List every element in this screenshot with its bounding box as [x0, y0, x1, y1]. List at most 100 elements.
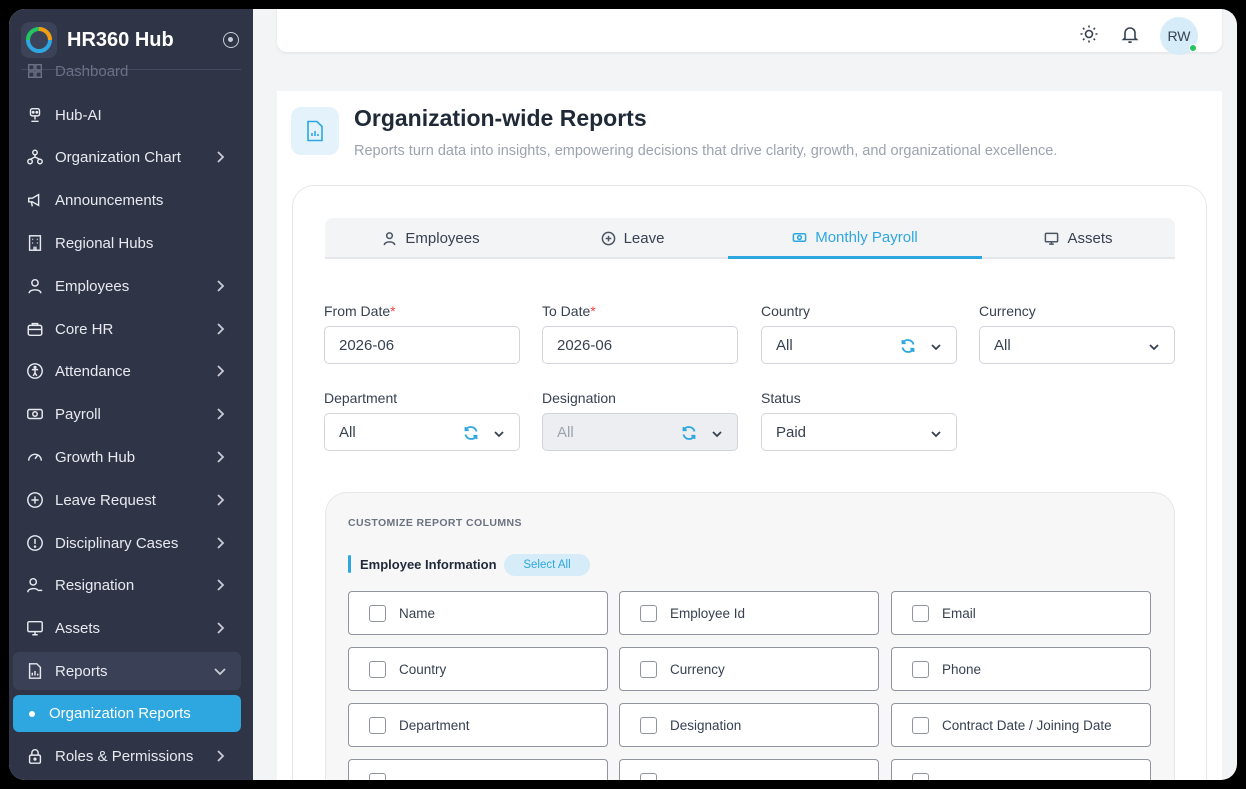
checkbox[interactable] [640, 604, 657, 622]
column-checkbox-currency[interactable]: Currency [619, 647, 879, 691]
refresh-icon[interactable] [463, 425, 479, 441]
sidebar-item-announcements[interactable]: Announcements [13, 181, 241, 219]
column-checkbox-country[interactable]: Country [348, 647, 608, 691]
column-checkbox-designation[interactable]: Designation [619, 703, 879, 747]
currency-label: Currency [979, 303, 1036, 319]
refresh-icon[interactable] [900, 338, 916, 354]
sidebar-item-label: Assets [55, 619, 101, 637]
user-minus-icon [25, 575, 45, 595]
column-checkbox-employee-id[interactable]: Employee Id [619, 591, 879, 635]
page-subtitle: Reports turn data into insights, empower… [354, 143, 1058, 159]
select-all-button[interactable]: Select All [504, 554, 590, 576]
chevron-right-icon [213, 322, 227, 336]
sidebar-item-label: Organization Chart [55, 148, 181, 166]
from-date-field[interactable]: 2026-06 [324, 326, 520, 364]
active-dot [29, 710, 35, 717]
column-checkbox-partial[interactable] [891, 759, 1151, 780]
status-select[interactable]: Paid [761, 413, 957, 451]
sidebar-item-label: Growth Hub [55, 448, 136, 466]
tab-label: Monthly Payroll [815, 228, 918, 246]
sidebar-item-label: Reports [55, 662, 108, 680]
chevron-right-icon [213, 150, 227, 164]
report-tabs: Employees Leave Monthly Payroll Assets [325, 218, 1175, 259]
department-value: All [339, 423, 356, 441]
checkbox[interactable] [640, 660, 657, 678]
monitor-icon [25, 618, 45, 638]
user-icon [25, 276, 45, 296]
avatar[interactable]: RW [1160, 17, 1198, 55]
sidebar-item-payroll[interactable]: Payroll [13, 395, 241, 433]
sidebar-item-label: Regional Hubs [55, 234, 154, 252]
status-label: Status [761, 390, 801, 406]
column-checkbox-partial[interactable] [619, 759, 879, 780]
bell-icon[interactable] [1120, 24, 1140, 44]
avatar-initials: RW [1167, 28, 1191, 44]
alert-circle-icon [25, 533, 45, 553]
attendance-icon [25, 361, 45, 381]
checkbox-label: Designation [670, 717, 742, 733]
chevron-down-icon [930, 340, 942, 352]
checkbox-label: Name [399, 605, 436, 621]
checkbox[interactable] [369, 772, 386, 780]
country-select[interactable]: All [761, 326, 957, 364]
sidebar-toggle-icon[interactable] [223, 32, 239, 48]
robot-icon [25, 105, 45, 125]
sidebar-item-roles-permissions[interactable]: Roles & Permissions [13, 737, 241, 775]
sidebar-item-reports[interactable]: Reports [13, 652, 241, 690]
app-name: HR360 Hub [67, 28, 174, 51]
checkbox[interactable] [369, 604, 386, 622]
to-date-field[interactable]: 2026-06 [542, 326, 738, 364]
column-checkbox-name[interactable]: Name [348, 591, 608, 635]
sidebar-item-growth-hub[interactable]: Growth Hub [13, 438, 241, 476]
designation-value: All [557, 423, 574, 441]
refresh-icon[interactable] [681, 425, 697, 441]
sidebar-item-core-hr[interactable]: Core HR [13, 310, 241, 348]
sidebar-item-label: Attendance [55, 362, 131, 380]
tab-label: Employees [405, 230, 480, 247]
checkbox[interactable] [369, 660, 386, 678]
sidebar-item-label: Roles & Permissions [55, 747, 194, 765]
chevron-right-icon [213, 493, 227, 507]
sidebar-item-assets[interactable]: Assets [13, 609, 241, 647]
sidebar-item-hub-ai[interactable]: Hub-AI [13, 96, 241, 134]
chevron-right-icon [213, 536, 227, 550]
column-checkbox-contract-date[interactable]: Contract Date / Joining Date [891, 703, 1151, 747]
tab-leave[interactable]: Leave [537, 218, 728, 259]
tab-label: Assets [1067, 230, 1113, 247]
sidebar-item-employees[interactable]: Employees [13, 267, 241, 305]
designation-select[interactable]: All [542, 413, 738, 451]
sun-icon[interactable] [1079, 24, 1099, 44]
customize-columns-panel: CUSTOMIZE REPORT COLUMNS Employee Inform… [325, 492, 1175, 780]
department-select[interactable]: All [324, 413, 520, 451]
checkbox[interactable] [369, 716, 386, 734]
sidebar-item-leave-request[interactable]: Leave Request [13, 481, 241, 519]
designation-label: Designation [542, 390, 616, 406]
cash-icon [792, 232, 807, 242]
checkbox[interactable] [912, 772, 929, 780]
chevron-right-icon [213, 364, 227, 378]
checkbox[interactable] [912, 604, 929, 622]
currency-select[interactable]: All [979, 326, 1175, 364]
sidebar-subitem-organization-reports[interactable]: Organization Reports [13, 695, 241, 732]
sidebar-item-disciplinary-cases[interactable]: Disciplinary Cases [13, 524, 241, 562]
column-checkbox-department[interactable]: Department [348, 703, 608, 747]
sidebar-item-organization-chart[interactable]: Organization Chart [13, 138, 241, 176]
checkbox-label: Contract Date / Joining Date [942, 717, 1112, 733]
column-checkbox-partial[interactable] [348, 759, 608, 780]
tab-monthly-payroll[interactable]: Monthly Payroll [728, 218, 982, 259]
column-checkbox-email[interactable]: Email [891, 591, 1151, 635]
checkbox[interactable] [912, 716, 929, 734]
checkbox[interactable] [912, 660, 929, 678]
chevron-right-icon [213, 279, 227, 293]
checkbox[interactable] [640, 716, 657, 734]
checkbox[interactable] [640, 772, 657, 780]
sidebar-item-attendance[interactable]: Attendance [13, 352, 241, 390]
sidebar-item-resignation[interactable]: Resignation [13, 566, 241, 604]
tab-employees[interactable]: Employees [325, 218, 537, 259]
from-date-label: From Date* [324, 303, 396, 319]
tab-assets[interactable]: Assets [982, 218, 1175, 259]
app-window: HR360 Hub Dashboard Hub-AI Organization … [9, 9, 1237, 780]
sidebar-item-dashboard[interactable]: Dashboard [13, 52, 241, 90]
sidebar-item-regional-hubs[interactable]: Regional Hubs [13, 224, 241, 262]
column-checkbox-phone[interactable]: Phone [891, 647, 1151, 691]
